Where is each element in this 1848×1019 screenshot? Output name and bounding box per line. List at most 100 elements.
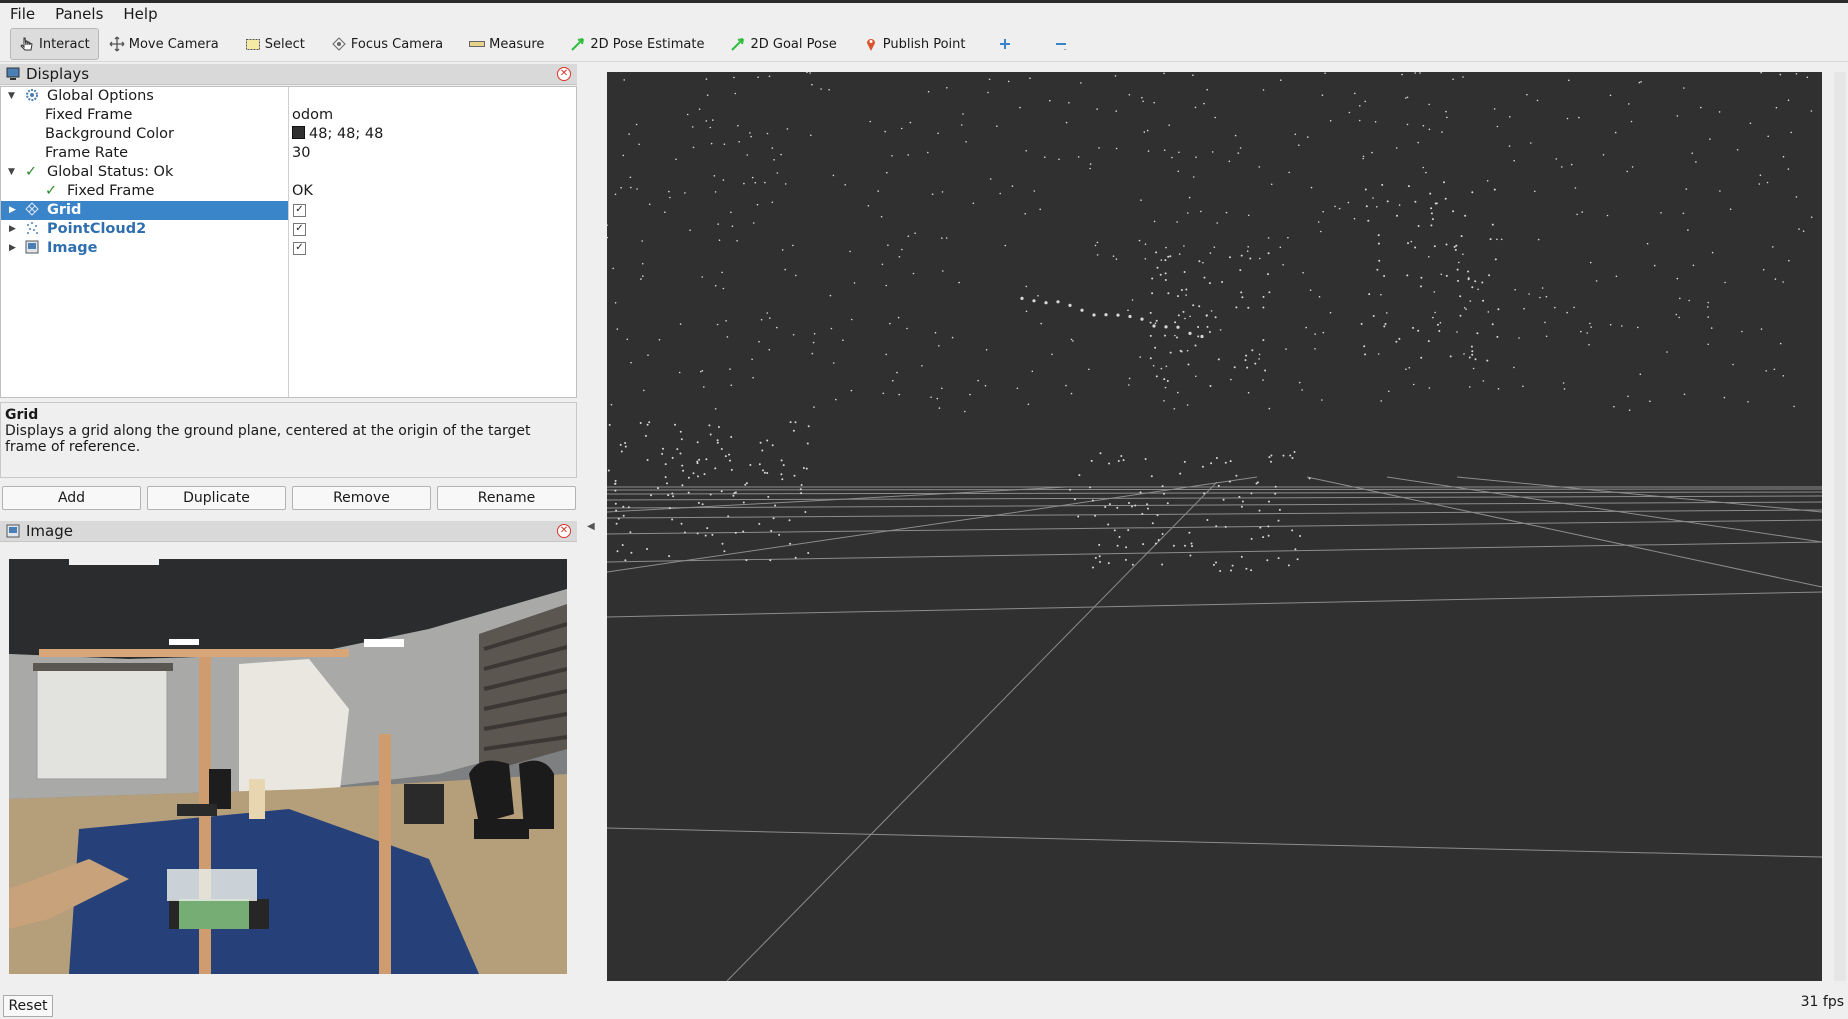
cloud-point (1481, 281, 1484, 284)
tree-row-fixed-frame[interactable]: Fixed Frame odom (1, 106, 576, 125)
cloud-point (766, 132, 769, 135)
tree-row-grid[interactable]: ▶ Grid ✓ (1, 201, 576, 220)
expand-right-icon[interactable]: ▶ (9, 220, 16, 239)
cloud-point (1092, 313, 1096, 317)
expand-down-icon[interactable]: ▼ (8, 163, 15, 182)
move-camera-label: Move Camera (128, 36, 219, 52)
cloud-point (1566, 311, 1568, 314)
grid-enabled-checkbox[interactable]: ✓ (293, 204, 306, 217)
tree-row-background-color[interactable]: Background Color 48; 48; 48 (1, 125, 576, 144)
expand-right-icon[interactable]: ▶ (9, 239, 16, 258)
cloud-point (681, 464, 684, 467)
reset-button[interactable]: Reset (3, 995, 53, 1017)
tree-row-image[interactable]: ▶ Image ✓ (1, 239, 576, 258)
collapse-left-icon[interactable]: ◀ (587, 521, 595, 532)
gear-icon (25, 87, 39, 106)
cloud-point (1329, 119, 1332, 122)
cloud-point (941, 237, 943, 239)
cloud-point (1262, 379, 1264, 381)
cloud-point (617, 517, 620, 520)
remove-tool-button[interactable] (1045, 29, 1081, 59)
cloud-point (1469, 300, 1472, 302)
cloud-point (1723, 396, 1726, 399)
cloud-point (709, 433, 712, 436)
cloud-point (1247, 391, 1250, 394)
cloud-point (607, 469, 610, 472)
cloud-point (1638, 81, 1641, 84)
select-button[interactable]: Select (237, 29, 313, 59)
cloud-point (1138, 239, 1141, 242)
close-icon[interactable]: ✕ (557, 524, 571, 538)
tree-row-global-status[interactable]: ▼ ✓ Global Status: Ok (1, 163, 576, 182)
cloud-point (900, 127, 903, 130)
cloud-point (1363, 345, 1366, 348)
cloud-point (1149, 357, 1152, 360)
tree-row-pointcloud2[interactable]: ▶ PointCloud2 ✓ (1, 220, 576, 239)
cloud-point (667, 494, 670, 497)
cloud-point (752, 222, 755, 224)
duplicate-button[interactable]: Duplicate (147, 486, 286, 510)
publish-point-button[interactable]: Publish Point (855, 29, 974, 59)
tree-row-status-fixed-frame[interactable]: ✓ Fixed Frame OK (1, 182, 576, 201)
tree-row-frame-rate[interactable]: Frame Rate 30 (1, 144, 576, 163)
cloud-point (880, 215, 883, 218)
cloud-point (647, 354, 649, 357)
cloud-point (646, 459, 649, 461)
cloud-point (1782, 281, 1784, 283)
cloud-point (1574, 187, 1577, 189)
cloud-point (746, 154, 749, 156)
cloud-point (776, 172, 779, 174)
menu-file[interactable]: File (0, 5, 45, 23)
tree-row-global-options[interactable]: ▼ Global Options (1, 87, 576, 106)
image-enabled-checkbox[interactable]: ✓ (293, 242, 306, 255)
close-icon[interactable]: ✕ (557, 67, 571, 81)
cloud-point (646, 548, 648, 550)
cloud-point (675, 158, 677, 161)
cloud-point (887, 244, 889, 246)
background-color-value[interactable]: 48; 48; 48 (292, 125, 383, 144)
focus-camera-button[interactable]: Focus Camera (323, 29, 451, 59)
cloud-point (1073, 498, 1076, 501)
expand-down-icon[interactable]: ▼ (8, 87, 15, 106)
expand-right-icon[interactable]: ▶ (9, 201, 16, 220)
cloud-point (1184, 544, 1186, 547)
cloud-point (664, 463, 667, 466)
move-camera-button[interactable]: Move Camera (101, 29, 227, 59)
cloud-point (709, 493, 712, 496)
goal-pose-button[interactable]: 2D Goal Pose (722, 29, 844, 59)
cloud-point (723, 550, 726, 553)
cloud-point (936, 397, 939, 400)
cloud-point (810, 134, 812, 137)
measure-button[interactable]: Measure (461, 29, 552, 59)
cloud-point (811, 83, 813, 86)
frame-rate-label: Frame Rate (45, 145, 129, 161)
rename-button[interactable]: Rename (437, 486, 576, 510)
pointcloud2-enabled-checkbox[interactable]: ✓ (293, 223, 306, 236)
cloud-point (668, 555, 671, 558)
add-tool-button[interactable] (989, 29, 1025, 59)
cloud-point (1288, 171, 1290, 174)
cloud-point (1472, 367, 1475, 370)
cloud-point (850, 318, 853, 321)
cloud-point (668, 190, 670, 193)
frame-rate-value[interactable]: 30 (292, 144, 310, 163)
pose-estimate-button[interactable]: 2D Pose Estimate (562, 29, 712, 59)
cloud-point (1161, 485, 1164, 488)
cloud-point (1435, 202, 1438, 205)
menu-panels[interactable]: Panels (45, 5, 113, 23)
cloud-point (1514, 288, 1516, 291)
cloud-point (1412, 326, 1414, 329)
add-button[interactable]: Add (2, 486, 141, 510)
cloud-point (703, 386, 705, 388)
remove-button[interactable]: Remove (292, 486, 431, 510)
interact-tool-button[interactable]: Interact (10, 28, 99, 60)
cloud-point (1264, 369, 1267, 372)
menu-help[interactable]: Help (113, 5, 167, 23)
cloud-point (684, 192, 686, 194)
cloud-point (1364, 188, 1367, 191)
cloud-point (884, 130, 886, 133)
cloud-point (1149, 334, 1152, 337)
cloud-point (730, 436, 733, 438)
render-viewport[interactable] (607, 72, 1822, 981)
fixed-frame-value[interactable]: odom (292, 106, 333, 125)
